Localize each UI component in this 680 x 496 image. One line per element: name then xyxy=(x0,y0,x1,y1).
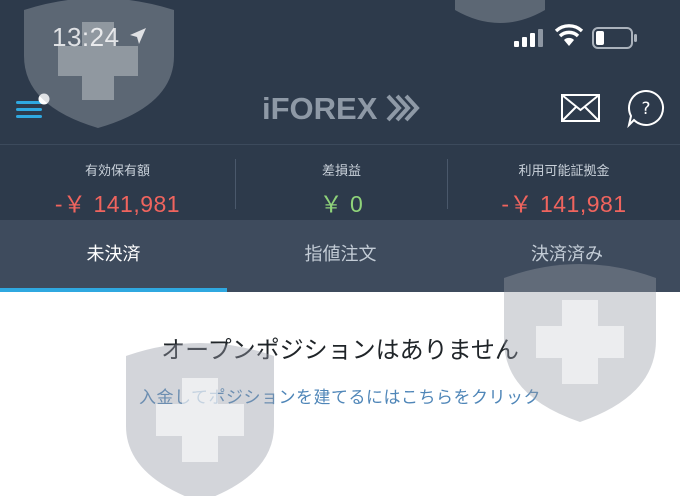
svg-text:?: ? xyxy=(641,99,650,119)
iforex-logo: iFOREX xyxy=(262,91,420,126)
account-summary: 有効保有額 -￥ 141,981 差損益 ￥ 0 利用可能証拠金 -￥ 141,… xyxy=(0,144,680,220)
pnl-value: ￥ 0 xyxy=(319,191,364,217)
margin-value: -￥ 141,981 xyxy=(501,191,627,217)
messages-button[interactable] xyxy=(560,92,602,124)
positions-tabs: 未決済 指値注文 決済済み xyxy=(0,220,680,292)
pnl-summary: 差損益 ￥ 0 xyxy=(236,145,447,221)
help-button[interactable]: ? xyxy=(626,88,666,129)
mail-icon xyxy=(561,94,600,122)
logo-text: iFOREX xyxy=(262,91,378,126)
equity-summary: 有効保有額 -￥ 141,981 xyxy=(0,145,235,221)
wifi-icon xyxy=(555,24,583,46)
tab-limit-orders[interactable]: 指値注文 xyxy=(227,220,454,292)
location-arrow-icon xyxy=(130,28,146,44)
battery-icon xyxy=(592,27,637,49)
positions-content: オープンポジションはありません 入金してポジションを建てるにはこちらをクリック xyxy=(0,292,680,496)
tab-closed-positions[interactable]: 決済済み xyxy=(454,220,680,292)
menu-icon xyxy=(16,93,50,118)
cellular-signal-icon xyxy=(514,29,543,47)
status-time: 13:24 xyxy=(52,22,120,52)
margin-label: 利用可能証拠金 xyxy=(518,164,610,179)
header-area: 13:24 iFOREX ? 有効保有額 -￥ 141,981 差損益 ￥ 0 … xyxy=(0,0,680,220)
equity-value: -￥ 141,981 xyxy=(54,191,181,217)
pnl-label: 差損益 xyxy=(321,164,361,179)
empty-positions-message: オープンポジションはありません xyxy=(161,336,519,364)
help-icon: ? xyxy=(627,89,665,129)
equity-label: 有効保有額 xyxy=(84,164,150,179)
tab-open-positions[interactable]: 未決済 xyxy=(0,220,227,292)
margin-summary: 利用可能証拠金 -￥ 141,981 xyxy=(448,145,680,221)
menu-button[interactable] xyxy=(14,92,54,122)
deposit-link[interactable]: 入金してポジションを建てるにはこちらをクリック xyxy=(0,383,680,408)
